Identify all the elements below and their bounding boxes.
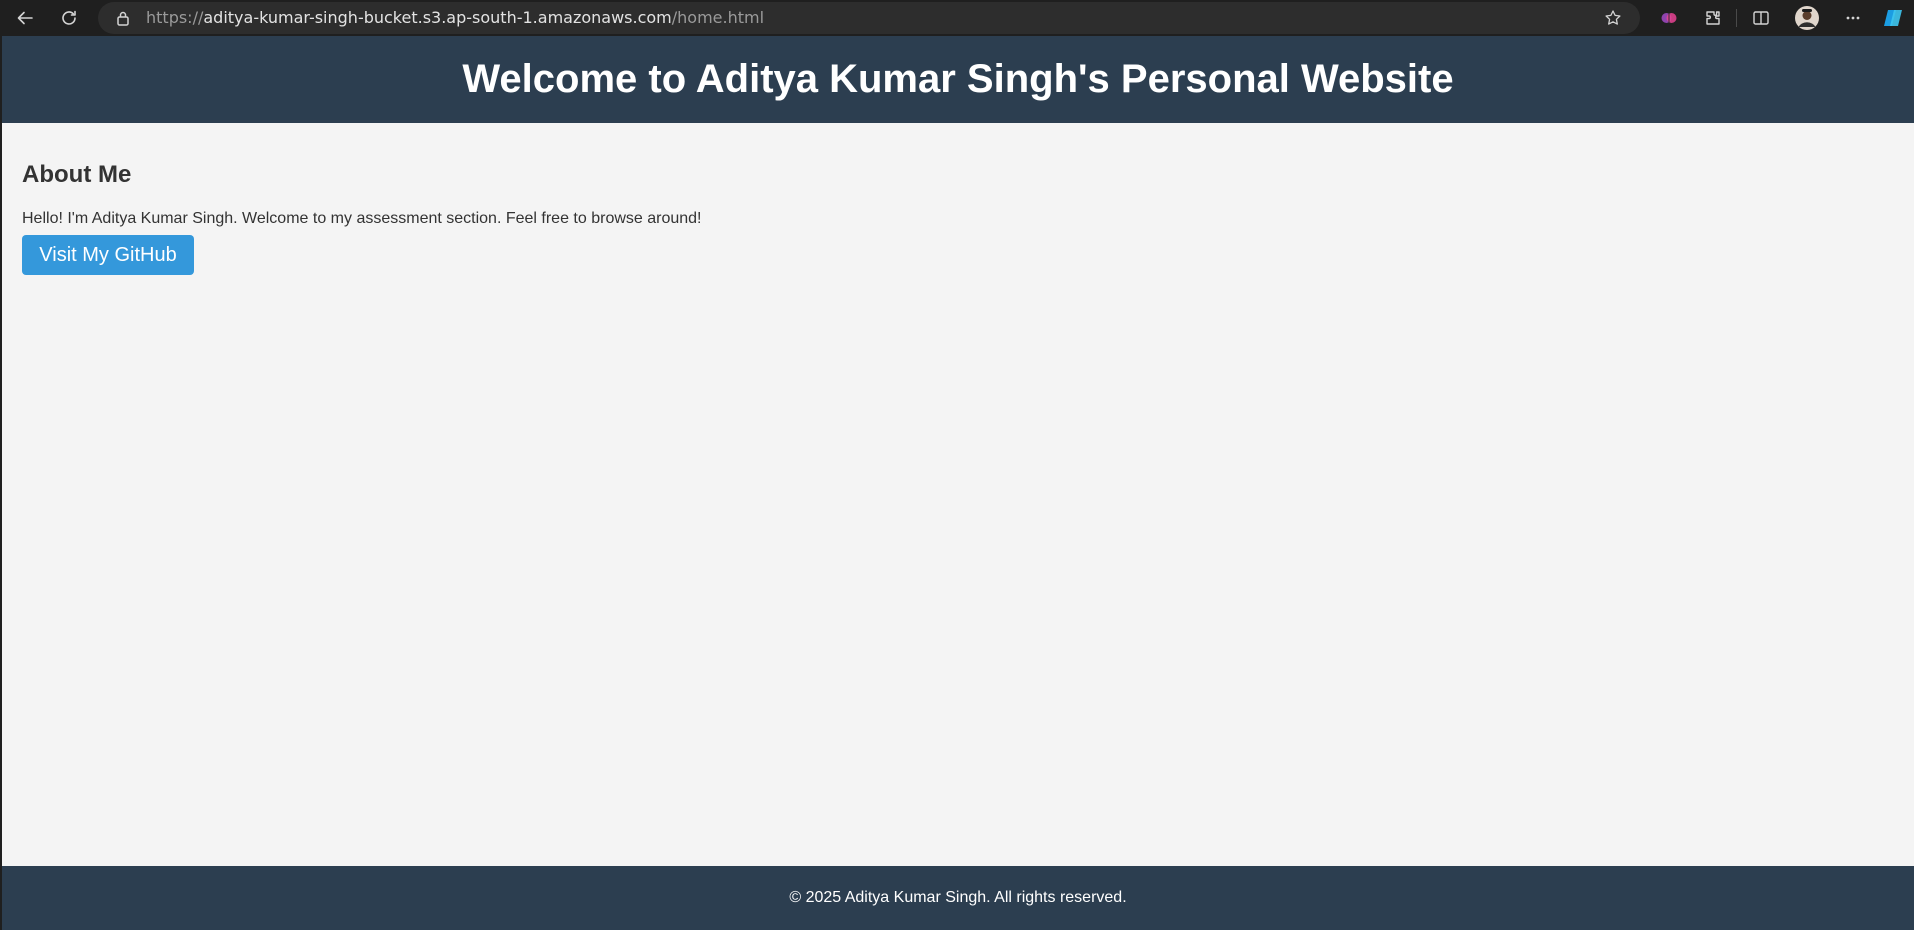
about-text: Hello! I'm Aditya Kumar Singh. Welcome t… xyxy=(22,210,702,227)
webpage: Welcome to Aditya Kumar Singh's Personal… xyxy=(0,36,1914,930)
split-screen-icon[interactable] xyxy=(1748,6,1774,30)
site-header: Welcome to Aditya Kumar Singh's Personal… xyxy=(2,36,1914,123)
toolbar-divider xyxy=(1736,9,1737,27)
copilot-icon[interactable] xyxy=(1880,6,1906,30)
url-path: /home.html xyxy=(671,8,765,27)
url-text[interactable]: https://aditya-kumar-singh-bucket.s3.ap-… xyxy=(146,2,764,34)
address-bar[interactable]: https://aditya-kumar-singh-bucket.s3.ap-… xyxy=(98,2,1640,34)
site-title: Welcome to Aditya Kumar Singh's Personal… xyxy=(462,57,1454,101)
about-heading: About Me xyxy=(22,161,132,188)
footer-copyright: © 2025 Aditya Kumar Singh. All rights re… xyxy=(789,889,1127,906)
site-footer: © 2025 Aditya Kumar Singh. All rights re… xyxy=(2,866,1914,930)
browser-toolbar: https://aditya-kumar-singh-bucket.s3.ap-… xyxy=(0,0,1914,36)
extensions-icon[interactable] xyxy=(1700,6,1726,30)
back-icon[interactable] xyxy=(12,6,38,30)
extension-brain-icon[interactable] xyxy=(1656,6,1682,30)
star-icon[interactable] xyxy=(1600,6,1626,30)
lock-icon[interactable] xyxy=(110,6,136,30)
url-host: aditya-kumar-singh-bucket.s3.ap-south-1.… xyxy=(203,8,672,27)
visit-github-button[interactable]: Visit My GitHub xyxy=(22,235,194,275)
more-icon[interactable] xyxy=(1840,6,1866,30)
profile-avatar[interactable] xyxy=(1794,6,1820,30)
url-scheme: https:// xyxy=(146,8,204,27)
reload-icon[interactable] xyxy=(56,6,82,30)
